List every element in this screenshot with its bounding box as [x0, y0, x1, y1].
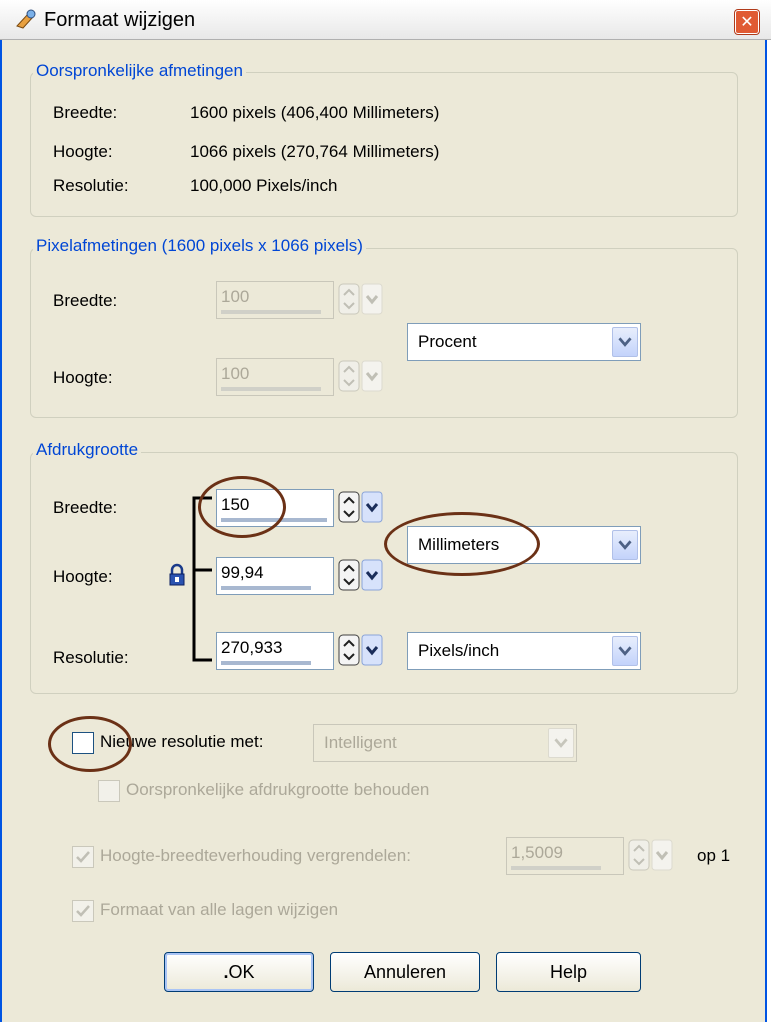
aspect-suffix: op 1 [697, 846, 731, 865]
spin-arrows-icon[interactable] [338, 360, 386, 392]
close-icon[interactable]: ✕ [735, 10, 759, 34]
annotation-circle-width [198, 476, 286, 538]
print-resolution-spinner[interactable]: 270,933 [216, 632, 388, 670]
checkmark-icon [76, 851, 90, 863]
original-resolution-label: Resolutie: [53, 176, 129, 195]
chevron-down-icon [612, 636, 638, 666]
print-height-label: Hoogte: [53, 567, 113, 586]
lock-aspect-label: Hoogte-breedteverhouding vergrendelen: [100, 846, 411, 865]
title-bar: Formaat wijzigen ✕ [0, 0, 771, 40]
app-icon [16, 9, 36, 29]
spin-arrows-icon[interactable] [338, 491, 386, 523]
dialog-title: Formaat wijzigen [44, 9, 196, 31]
print-width-label: Breedte: [53, 498, 118, 517]
resolution-unit-dropdown[interactable]: Pixels/inch [407, 632, 641, 670]
pixel-height-label: Hoogte: [53, 368, 113, 387]
cancel-button[interactable]: Annuleren [330, 952, 480, 992]
original-width-label: Breedte: [53, 103, 118, 122]
aspect-ratio-spinner[interactable]: 1,5009 [506, 837, 681, 875]
help-button[interactable]: Help [496, 952, 641, 992]
resolution-unit-value: Pixels/inch [418, 641, 500, 660]
annotation-circle-unit [384, 512, 540, 576]
resample-method-value: Intelligent [324, 733, 397, 752]
spin-arrows-icon[interactable] [338, 634, 386, 666]
pixel-height-value: 100 [221, 364, 250, 383]
print-height-spinner[interactable]: 99,94 [216, 557, 388, 595]
pixel-height-spinner[interactable]: 100 [216, 358, 388, 396]
spin-arrows-icon[interactable] [338, 283, 386, 315]
spin-arrows-icon[interactable] [338, 559, 386, 591]
chevron-down-icon [612, 530, 638, 560]
original-dimensions-legend: Oorspronkelijke afmetingen [33, 61, 246, 81]
pixel-dimensions-legend: Pixelafmetingen (1600 pixels x 1066 pixe… [33, 236, 366, 256]
original-width-value: 1600 pixels (406,400 Millimeters) [190, 103, 440, 122]
keep-print-size-label: Oorspronkelijke afdrukgrootte behouden [126, 780, 430, 799]
original-height-label: Hoogte: [53, 142, 113, 161]
aspect-ratio-value: 1,5009 [511, 843, 563, 862]
print-size-legend: Afdrukgrootte [33, 440, 142, 460]
pixel-width-label: Breedte: [53, 291, 118, 310]
ok-button[interactable]: .OK [164, 952, 314, 992]
resize-layers-label: Formaat van alle lagen wijzigen [100, 900, 339, 919]
print-resolution-value: 270,933 [221, 638, 283, 657]
chevron-down-icon [612, 327, 638, 357]
resample-method-dropdown[interactable]: Intelligent [313, 724, 577, 762]
print-resolution-label: Resolutie: [53, 648, 129, 667]
keep-print-size-checkbox[interactable] [98, 780, 120, 802]
pixel-width-spinner[interactable]: 100 [216, 281, 388, 319]
original-resolution-value: 100,000 Pixels/inch [190, 176, 338, 195]
print-height-value: 99,94 [221, 563, 264, 582]
lock-aspect-checkbox[interactable] [72, 846, 94, 868]
checkmark-icon [76, 905, 90, 917]
pixel-unit-value: Procent [418, 332, 477, 351]
chevron-down-icon [548, 728, 574, 758]
annotation-circle-checkbox [48, 716, 132, 772]
lock-icon[interactable] [168, 563, 186, 587]
original-height-value: 1066 pixels (270,764 Millimeters) [190, 142, 440, 161]
resize-layers-checkbox[interactable] [72, 900, 94, 922]
pixel-unit-dropdown[interactable]: Procent [407, 323, 641, 361]
spin-arrows-icon[interactable] [628, 839, 676, 871]
pixel-width-value: 100 [221, 287, 250, 306]
